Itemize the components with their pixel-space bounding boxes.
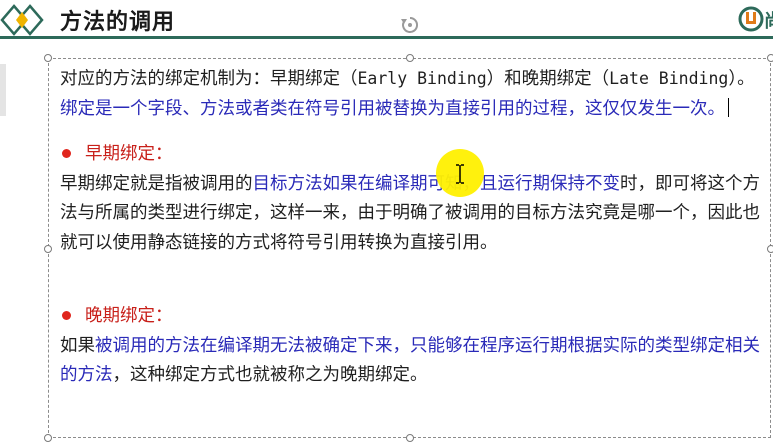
slide-header: 方法的调用 尚 (0, 0, 773, 40)
bullet-dot-icon (62, 149, 71, 158)
resize-handle-left[interactable] (44, 245, 52, 253)
resize-handle-top[interactable] (406, 54, 414, 62)
early-binding-heading: 早期绑定： (60, 140, 772, 170)
left-panel-edge (0, 64, 6, 116)
late-binding-paragraph: 如果被调用的方法在编译期无法被确定下来，只能够在程序运行期根据实际的类型绑定相关… (60, 332, 772, 391)
rotate-handle-icon[interactable] (399, 14, 421, 36)
early-heading-label: 早期绑定： (85, 144, 173, 164)
late-binding-heading: 晚期绑定： (60, 302, 772, 332)
header-divider (0, 36, 773, 39)
text-content[interactable]: 对应的方法的绑定机制为：早期绑定（Early Binding）和晚期绑定（Lat… (60, 64, 772, 391)
resize-handle-top-right[interactable] (767, 54, 773, 62)
resize-handle-bottom-left[interactable] (44, 434, 52, 442)
brand-logo-text: 尚 (764, 10, 773, 32)
binding-definition: 绑定是一个字段、方法或者类在符号引用被替换为直接引用的过程，这仅仅发生一次。 (60, 98, 725, 119)
bullet-dot-icon (62, 311, 71, 320)
late-heading-label: 晚期绑定： (85, 306, 173, 326)
early-text: 早期绑定就是指被调用的 (60, 173, 253, 194)
early-binding-paragraph: 早期绑定就是指被调用的目标方法如果在编译期可知，且运行期保持不变时，即可将这个方… (60, 170, 772, 259)
early-binding-term: Early Binding (357, 69, 487, 88)
late-binding-term: Late Binding (609, 69, 729, 88)
resize-handle-bottom[interactable] (406, 434, 414, 442)
text-caret (728, 97, 729, 117)
intro-text-3: ）。 (728, 69, 755, 89)
resize-handle-top-left[interactable] (44, 54, 52, 62)
double-diamond-logo-icon (0, 4, 44, 36)
late-text-2: ，这种绑定方式也就被称之为晚期绑定。 (112, 365, 428, 385)
slide-title: 方法的调用 (60, 10, 176, 35)
late-text: 如果 (60, 335, 95, 356)
ibeam-cursor-icon (456, 164, 464, 184)
intro-paragraph: 对应的方法的绑定机制为：早期绑定（Early Binding）和晚期绑定（Lat… (60, 64, 772, 124)
brand-u-logo-icon: 尚 (738, 5, 773, 33)
intro-text-2: ）和晚期绑定（ (486, 69, 610, 89)
intro-text: 对应的方法的绑定机制为：早期绑定（ (60, 69, 358, 89)
